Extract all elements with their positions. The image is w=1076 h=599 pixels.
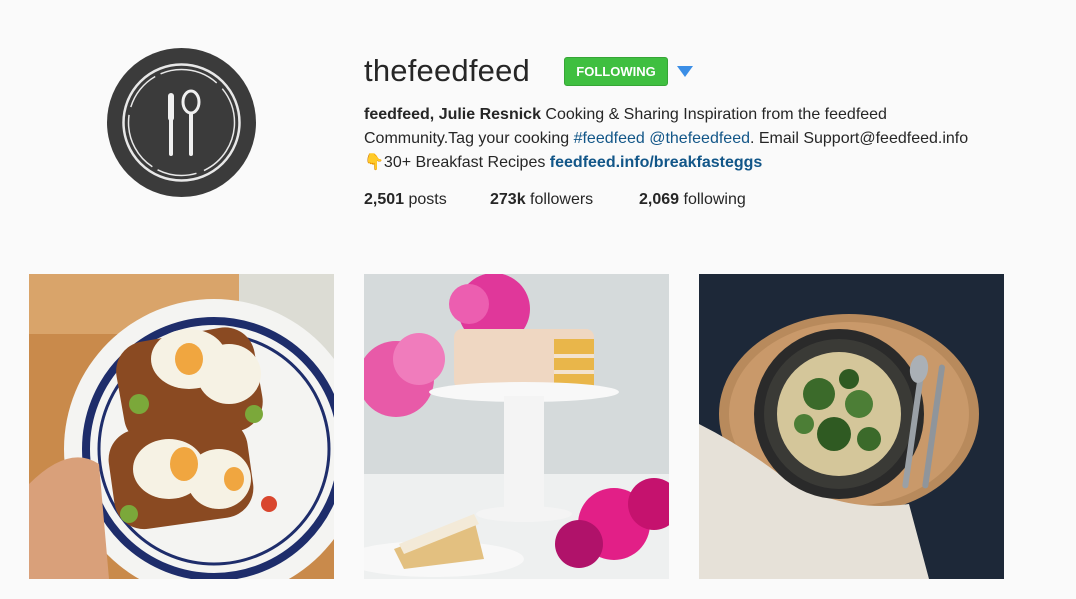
following-count: 2,069	[639, 191, 680, 208]
bio-text: Cooking & Sharing Inspiration from the f…	[540, 106, 887, 123]
bio-line-3: 👇30+ Breakfast Recipes feedfeed.info/bre…	[364, 151, 1014, 175]
profile-username: thefeedfeed	[364, 53, 530, 88]
followers-label: followers	[530, 191, 594, 208]
followers-stat[interactable]: 273k followers	[490, 189, 593, 211]
post-thumbnail-eggs-toast[interactable]	[29, 274, 334, 579]
options-dropdown-icon[interactable]	[677, 66, 693, 77]
profile-avatar	[107, 48, 256, 197]
followers-count: 273k	[490, 191, 526, 208]
hashtag-link[interactable]: #feedfeed	[574, 130, 645, 147]
bio-text: . Email Support@feedfeed.info	[749, 130, 969, 147]
bio-text: Community.Tag your cooking	[364, 130, 574, 147]
mention-link[interactable]: @thefeedfeed	[649, 130, 750, 147]
pointing-down-emoji-icon: 👇	[364, 154, 384, 171]
following-label: following	[683, 191, 746, 208]
bio-line-2: Community.Tag your cooking #feedfeed @th…	[364, 127, 1014, 151]
following-stat[interactable]: 2,069 following	[639, 189, 746, 211]
posts-count: 2,501	[364, 191, 405, 208]
bio-text: 30+ Breakfast Recipes	[383, 154, 550, 171]
post-thumbnail-cake[interactable]	[364, 274, 669, 579]
fork-spoon-logo-icon	[122, 63, 241, 182]
profile-bio: feedfeed, Julie Resnick Cooking & Sharin…	[364, 103, 1014, 175]
bio-line-1: feedfeed, Julie Resnick Cooking & Sharin…	[364, 103, 1014, 127]
following-button[interactable]: FOLLOWING	[564, 57, 668, 86]
profile-full-name: feedfeed, Julie Resnick	[364, 106, 541, 123]
posts-label: posts	[408, 191, 447, 208]
posts-stat: 2,501 posts	[364, 189, 447, 211]
post-thumbnail-pasta[interactable]	[699, 274, 1004, 579]
bio-website-link[interactable]: feedfeed.info/breakfasteggs	[550, 154, 763, 171]
